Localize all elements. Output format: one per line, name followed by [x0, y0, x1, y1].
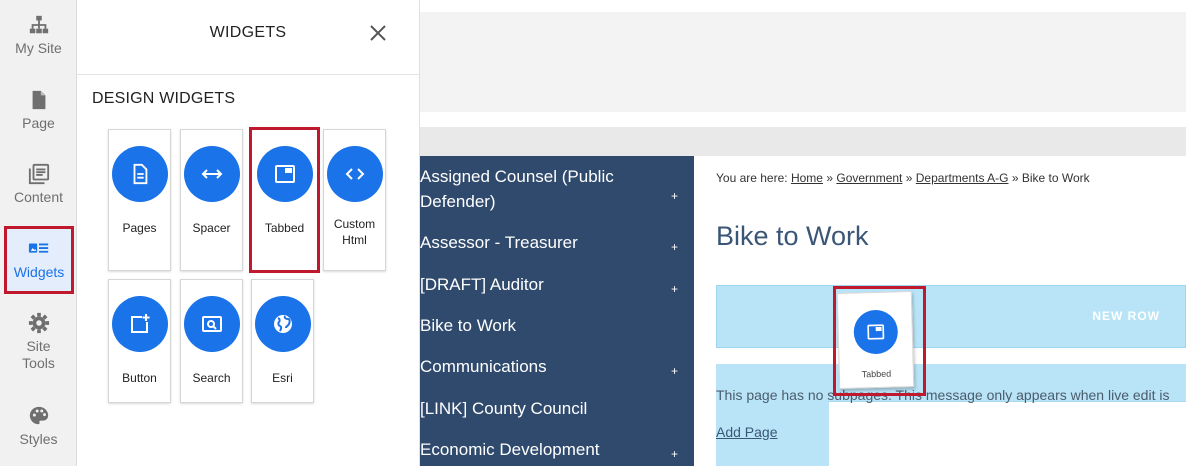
search-icon	[201, 316, 222, 332]
widget-tabbed[interactable]: Tabbed	[249, 127, 320, 273]
column-dropzone-left[interactable]	[716, 364, 829, 466]
widgets-icon	[28, 243, 49, 253]
drag-highlight	[833, 286, 926, 396]
breadcrumb: You are here: Home » Government » Depart…	[716, 171, 1090, 185]
widget-label: Tabbed	[264, 221, 305, 235]
widget-pages-badge	[111, 146, 168, 202]
breadcrumb-separator: »	[905, 171, 913, 185]
rail-label-line2: Tools	[22, 355, 55, 371]
widget-search[interactable]: Search	[180, 279, 243, 403]
nav-item[interactable]: [LINK] County Council	[420, 396, 694, 421]
new-row-label: NEW ROW	[1092, 309, 1160, 323]
widget-label: Spacer	[192, 221, 231, 235]
nav-item[interactable]: Communications +	[420, 354, 694, 379]
breadcrumb-link-departments[interactable]: Departments A-G	[916, 171, 1009, 185]
arrows-horizontal-icon	[201, 169, 222, 179]
cms-editor: My Site Page Content Widgets Site Tools …	[0, 0, 1186, 466]
breadcrumb-link-government[interactable]: Government	[836, 171, 902, 185]
rail-label: Site	[26, 338, 51, 354]
nav-item-label: Economic Development	[420, 440, 600, 459]
breadcrumb-current: Bike to Work	[1021, 171, 1090, 185]
add-page-link[interactable]: Add Page	[716, 424, 778, 440]
nav-item[interactable]: Assigned Counsel (Public Defender) +	[420, 164, 694, 214]
site-header	[420, 12, 1186, 112]
nav-item[interactable]: Bike to Work	[420, 313, 694, 338]
rail-item-page[interactable]: Page	[0, 89, 77, 157]
widget-esri[interactable]: Esri	[251, 279, 314, 403]
rail-label: Widgets	[13, 264, 65, 280]
nav-item-label: Communications	[420, 357, 547, 376]
rail-item-content[interactable]: Content	[0, 163, 77, 231]
code-icon	[345, 168, 364, 180]
expand-plus[interactable]: +	[671, 442, 678, 466]
rail-item-site-tools[interactable]: Site Tools	[0, 312, 77, 380]
widget-spacer-badge	[183, 146, 240, 202]
new-row-dropzone[interactable]: NEW ROW	[716, 285, 1186, 348]
panel-header: WIDGETS	[77, 0, 419, 75]
widget-label: Custom	[333, 217, 376, 231]
breadcrumb-separator: »	[1011, 171, 1019, 185]
rail-label: Page	[22, 115, 55, 131]
widget-custom-html[interactable]: Custom Html	[323, 129, 386, 271]
no-subpages-message: This page has no subpages. This message …	[716, 387, 1170, 403]
rail-item-styles[interactable]: Styles	[0, 405, 77, 466]
nav-item-label: Assessor - Treasurer	[420, 233, 578, 252]
header-strip	[420, 127, 1186, 156]
expand-plus[interactable]: +	[671, 359, 678, 384]
widget-pages[interactable]: Pages	[108, 129, 171, 271]
section-title: DESIGN WIDGETS	[92, 90, 236, 107]
expand-plus[interactable]: +	[671, 184, 678, 209]
widget-button[interactable]: Button	[108, 279, 171, 403]
content-icon	[28, 163, 49, 185]
widget-esri-badge	[254, 296, 311, 352]
document-icon	[133, 163, 147, 185]
nav-item[interactable]: [DRAFT] Auditor +	[420, 272, 694, 297]
globe-icon	[273, 315, 292, 333]
expand-plus[interactable]: +	[671, 235, 678, 260]
palette-icon	[29, 406, 48, 425]
rail-label: Styles	[19, 431, 58, 447]
tab-icon	[274, 165, 295, 183]
nav-item[interactable]: Economic Development +	[420, 437, 694, 462]
expand-plus[interactable]: +	[671, 277, 678, 302]
nav-item-label: Assigned Counsel (Public Defender)	[420, 167, 614, 211]
widget-search-badge	[183, 296, 240, 352]
breadcrumb-link-home[interactable]: Home	[791, 171, 823, 185]
widget-label: Pages	[122, 221, 157, 235]
page-icon	[32, 90, 45, 110]
sitemap-icon	[29, 15, 48, 34]
widget-spacer[interactable]: Spacer	[180, 129, 243, 271]
widget-tabbed-badge	[256, 146, 313, 202]
widget-label: Search	[192, 371, 231, 385]
rail-label: Content	[13, 189, 64, 205]
rail-label: My Site	[15, 40, 62, 56]
rail-item-widgets[interactable]: Widgets	[4, 226, 74, 294]
rail-item-my-site[interactable]: My Site	[0, 14, 77, 82]
breadcrumb-prefix: You are here:	[716, 171, 788, 185]
add-box-icon	[130, 314, 149, 333]
widgets-panel: WIDGETS DESIGN WIDGETS Pages Spacer Tabb…	[77, 0, 420, 466]
widget-label: Button	[122, 371, 157, 385]
widget-label-line2: Html	[342, 233, 367, 247]
department-nav: Assigned Counsel (Public Defender) + Ass…	[420, 156, 694, 466]
nav-item-label: [DRAFT] Auditor	[420, 275, 544, 294]
nav-item-label: [LINK] County Council	[420, 399, 588, 418]
gear-icon	[28, 312, 49, 334]
widget-custom-html-badge	[326, 146, 383, 202]
widget-button-badge	[111, 296, 168, 352]
page-title: Bike to Work	[716, 221, 869, 251]
nav-item-label: Bike to Work	[420, 316, 517, 335]
nav-item[interactable]: Assessor - Treasurer +	[420, 230, 694, 255]
close-icon[interactable]	[367, 22, 389, 44]
breadcrumb-separator: »	[826, 171, 834, 185]
left-rail: My Site Page Content Widgets Site Tools …	[0, 0, 77, 466]
widget-label: Esri	[272, 371, 293, 385]
